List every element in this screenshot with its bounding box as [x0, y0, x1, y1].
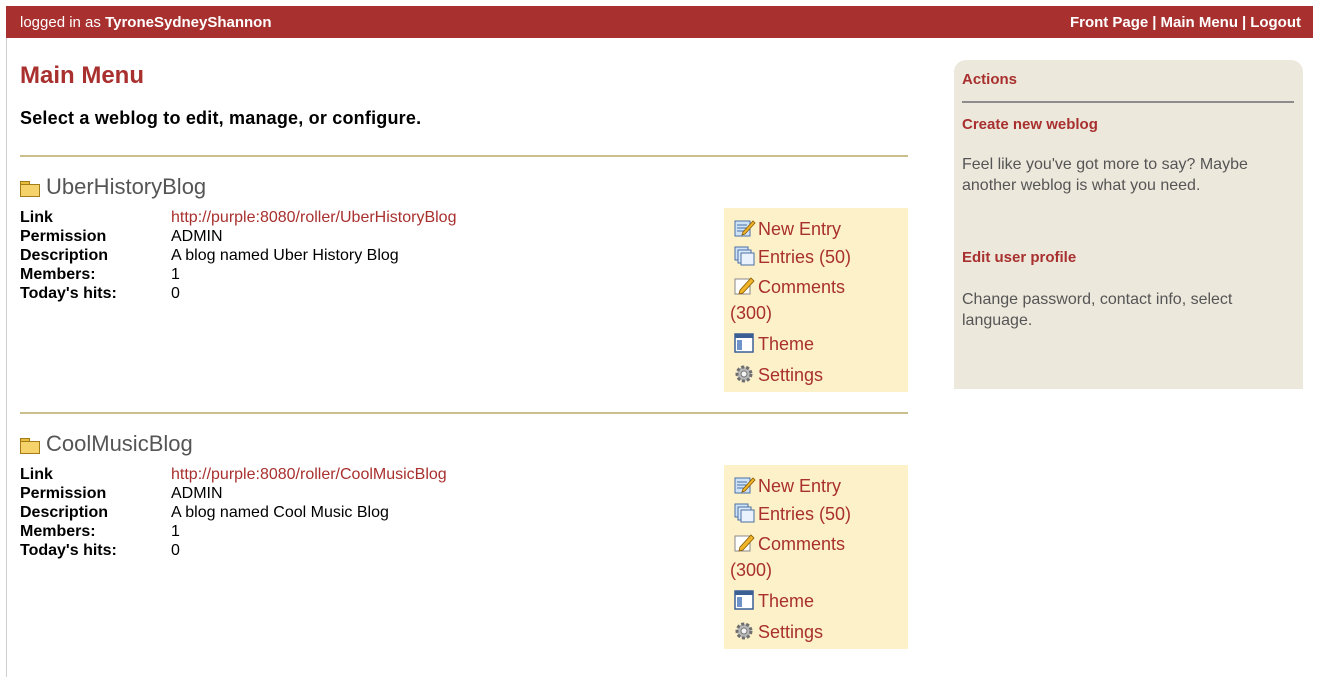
members-label: Members: [20, 523, 96, 540]
sidebar-divider [962, 101, 1294, 103]
hits-value: 0 [171, 542, 180, 559]
theme-icon [734, 333, 756, 353]
new-entry-label: New Entry [758, 476, 842, 496]
divider [20, 412, 908, 414]
blog-name: CoolMusicBlog [20, 431, 193, 457]
permission-label: Permission [20, 228, 107, 245]
main-content: Main Menu Select a weblog to edit, manag… [20, 62, 910, 649]
nav-separator: | [1152, 14, 1157, 31]
blog-actions: New Entry Entries (50) Comments (300) Th… [724, 465, 908, 649]
hits-row: Today's hits: 0 [20, 284, 456, 303]
description-value: A blog named Cool Music Blog [171, 504, 389, 521]
theme-label: Theme [758, 591, 815, 611]
entries-icon [734, 503, 756, 523]
top-bar: logged in as TyroneSydneyShannon Front P… [6, 6, 1313, 38]
page-title: Main Menu [20, 62, 144, 89]
create-weblog-text: Feel like you've got more to say? Maybe … [962, 156, 1248, 194]
actions-sidebar: Actions Create new weblog Feel like you'… [954, 60, 1303, 389]
link-label: Link [20, 466, 53, 483]
entries-label: Entries (50) [758, 504, 852, 524]
front-page-link[interactable]: Front Page [1070, 14, 1148, 31]
divider [20, 155, 908, 157]
blog-link[interactable]: http://purple:8080/roller/UberHistoryBlo… [171, 209, 456, 226]
members-row: Members: 1 [20, 522, 447, 541]
permission-row: Permission ADMIN [20, 227, 456, 246]
top-nav: Front Page | Main Menu | Logout [1070, 14, 1301, 31]
hits-label: Today's hits: [20, 542, 117, 559]
edit-profile-link[interactable]: Edit user profile [962, 249, 1076, 266]
create-weblog-link[interactable]: Create new weblog [962, 116, 1098, 133]
blog-name-text: CoolMusicBlog [46, 431, 193, 456]
description-row: Description A blog named Uber History Blo… [20, 246, 456, 265]
content-border [6, 38, 7, 677]
description-value: A blog named Uber History Blog [171, 247, 399, 264]
comments-label: Comments [758, 534, 846, 554]
comments-link[interactable]: Comments [734, 276, 845, 298]
entries-link[interactable]: Entries (50) [734, 503, 851, 525]
entries-label: Entries (50) [758, 247, 852, 267]
folder-icon [20, 438, 40, 454]
link-row: Link http://purple:8080/roller/UberHistor… [20, 208, 456, 227]
settings-link[interactable]: Settings [734, 364, 823, 386]
settings-label: Settings [758, 622, 824, 642]
logged-in-prefix: logged in as [20, 14, 101, 31]
folder-icon [20, 181, 40, 197]
comments-icon [734, 533, 756, 553]
entries-icon [734, 246, 756, 266]
blog-info: Link http://purple:8080/roller/CoolMusicB… [20, 465, 447, 560]
members-row: Members: 1 [20, 265, 456, 284]
permission-value: ADMIN [171, 228, 223, 245]
hits-label: Today's hits: [20, 285, 117, 302]
link-row: Link http://purple:8080/roller/CoolMusicB… [20, 465, 447, 484]
edit-profile-text: Change password, contact info, select la… [962, 291, 1233, 329]
nav-separator: | [1241, 14, 1247, 31]
username: TyroneSydneyShannon [105, 14, 272, 31]
hits-value: 0 [171, 285, 180, 302]
new-entry-link[interactable]: New Entry [734, 218, 841, 240]
gear-icon [734, 621, 756, 641]
blog-name: UberHistoryBlog [20, 174, 206, 200]
hits-row: Today's hits: 0 [20, 541, 447, 560]
members-value: 1 [171, 266, 180, 283]
comments-count[interactable]: (300) [730, 302, 772, 324]
blog-info: Link http://purple:8080/roller/UberHistor… [20, 208, 456, 303]
permission-row: Permission ADMIN [20, 484, 447, 503]
sidebar-heading: Actions [962, 71, 1018, 88]
members-value: 1 [171, 523, 180, 540]
blog-actions: New Entry Entries (50) Comments (300) Th… [724, 208, 908, 392]
logout-link[interactable]: Logout [1250, 14, 1301, 31]
description-label: Description [20, 247, 109, 264]
page-subtitle: Select a weblog to edit, manage, or conf… [20, 108, 422, 128]
entries-link[interactable]: Entries (50) [734, 246, 851, 268]
permission-value: ADMIN [171, 485, 223, 502]
comments-icon [734, 276, 756, 296]
new-entry-link[interactable]: New Entry [734, 475, 841, 497]
comments-count[interactable]: (300) [730, 559, 772, 581]
login-status: logged in as TyroneSydneyShannon [20, 14, 272, 31]
permission-label: Permission [20, 485, 107, 502]
new-entry-icon [734, 218, 756, 238]
description-label: Description [20, 504, 109, 521]
new-entry-icon [734, 475, 756, 495]
link-label: Link [20, 209, 53, 226]
theme-icon [734, 590, 756, 610]
theme-link[interactable]: Theme [734, 590, 814, 612]
blog-link[interactable]: http://purple:8080/roller/CoolMusicBlog [171, 466, 447, 483]
description-row: Description A blog named Cool Music Blog [20, 503, 447, 522]
settings-link[interactable]: Settings [734, 621, 823, 643]
members-label: Members: [20, 266, 96, 283]
gear-icon [734, 364, 756, 384]
comments-label: Comments [758, 277, 846, 297]
blog-name-text: UberHistoryBlog [46, 174, 207, 199]
main-menu-link[interactable]: Main Menu [1160, 14, 1238, 31]
settings-label: Settings [758, 365, 824, 385]
comments-link[interactable]: Comments [734, 533, 845, 555]
theme-link[interactable]: Theme [734, 333, 814, 355]
theme-label: Theme [758, 334, 815, 354]
new-entry-label: New Entry [758, 219, 842, 239]
